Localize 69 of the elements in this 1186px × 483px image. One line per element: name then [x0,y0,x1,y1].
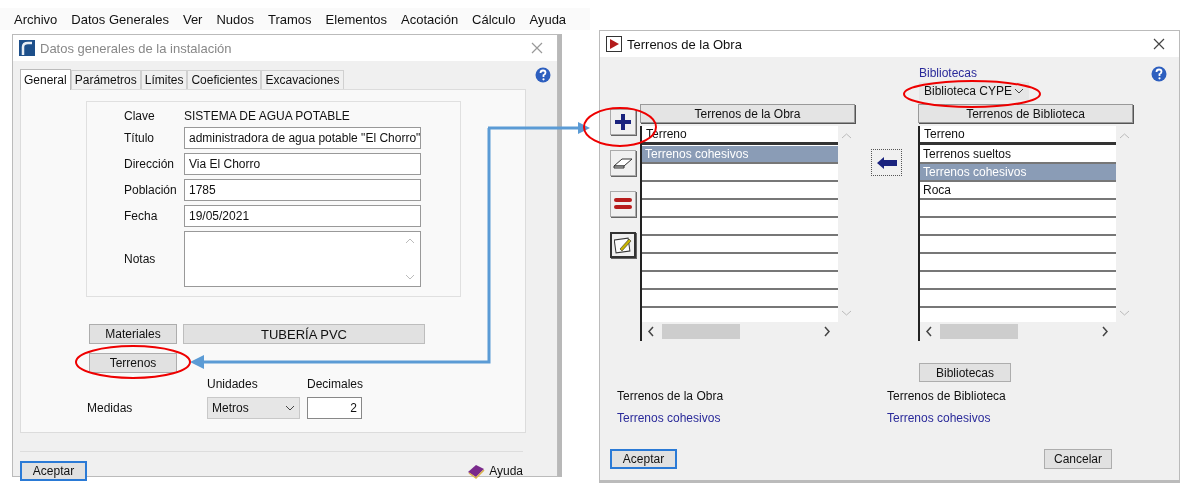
tab[interactable]: Excavaciones [261,70,344,89]
summary-value: Terrenos cohesivos [617,411,722,425]
add-button[interactable] [610,109,636,135]
list-row[interactable]: Roca [920,182,1116,200]
list-header: Terrenos de la Obra [640,104,855,123]
menu-item[interactable]: Ayuda [529,11,567,27]
column-header: Terreno [920,126,1116,145]
summary-value: Terrenos cohesivos [887,411,992,425]
tab[interactable]: Parámetros [70,70,141,89]
field-value: SISTEMA DE AGUA POTABLE [184,109,350,123]
play-icon [606,36,622,52]
menu-item[interactable]: Acotación [401,11,459,27]
list-header: Terrenos de Biblioteca [918,104,1133,123]
equals-icon [614,197,632,211]
field-label: Población [124,183,178,197]
help-button[interactable]: Ayuda [467,463,523,479]
decimals-field[interactable]: 2 [307,397,362,419]
book-icon [467,463,486,479]
field-label: Fecha [124,209,159,223]
arrow-left-icon [875,155,898,170]
app-icon [19,40,35,56]
menu-item[interactable]: Archivo [14,11,58,27]
units-label: Unidades [207,377,259,391]
summary-title: Terrenos de la Obra [617,389,725,403]
library-dropdown[interactable]: Biblioteca CYPE [919,82,1029,100]
summary-title: Terrenos de Biblioteca [887,389,1007,403]
accept-button[interactable]: Aceptar [20,461,87,481]
cancel-button[interactable]: Cancelar [1044,449,1112,469]
plus-icon [614,113,632,131]
help-icon[interactable] [1151,66,1167,82]
erase-button[interactable] [610,150,636,176]
menu-item[interactable]: Ver [182,11,203,27]
menu-item[interactable]: Elementos [325,11,387,27]
libraries-button[interactable]: Bibliotecas [919,363,1011,382]
menu-item[interactable]: Nudos [216,11,254,27]
eraser-icon [613,156,633,170]
field-label: Notas [124,252,157,266]
window-title: Datos generales de la instalación [40,40,233,56]
field-label: Clave [124,109,156,123]
input-field[interactable]: 19/05/2021 [184,205,421,227]
transfer-button[interactable] [871,149,902,176]
menu-item[interactable]: Tramos [268,11,312,27]
tab[interactable]: Límites [140,70,188,89]
menu-item[interactable]: Datos Generales [71,11,169,27]
close-icon[interactable] [1153,38,1165,50]
notes-field[interactable] [184,231,421,287]
tab[interactable]: Coeficientes [187,70,262,89]
tab[interactable]: General [20,69,71,90]
chevron-down-icon [1014,88,1024,94]
libraries-label: Bibliotecas [919,66,978,80]
window-title: Terrenos de la Obra [627,36,743,52]
materials-button[interactable]: Materiales [89,324,177,344]
measures-label: Medidas [87,401,134,417]
decimals-label: Decimales [307,377,363,391]
field-label: Título [124,131,155,145]
input-field[interactable]: administradora de agua potable "El Chorro" [184,127,421,149]
material-display: TUBERÍA PVC [183,324,425,344]
chevron-down-icon [285,405,295,411]
field-label: Dirección [124,157,175,171]
menu-item[interactable]: Cálculo [472,11,516,27]
pencil-icon [614,236,632,254]
units-dropdown[interactable]: Metros [207,397,300,419]
equals-button[interactable] [610,191,636,217]
help-icon[interactable] [535,67,551,83]
input-field[interactable]: 1785 [184,179,421,201]
input-field[interactable]: Via El Chorro [184,153,421,175]
terrain-button[interactable]: Terrenos [89,353,177,373]
edit-button[interactable] [610,232,636,258]
accept-button[interactable]: Aceptar [610,449,677,469]
